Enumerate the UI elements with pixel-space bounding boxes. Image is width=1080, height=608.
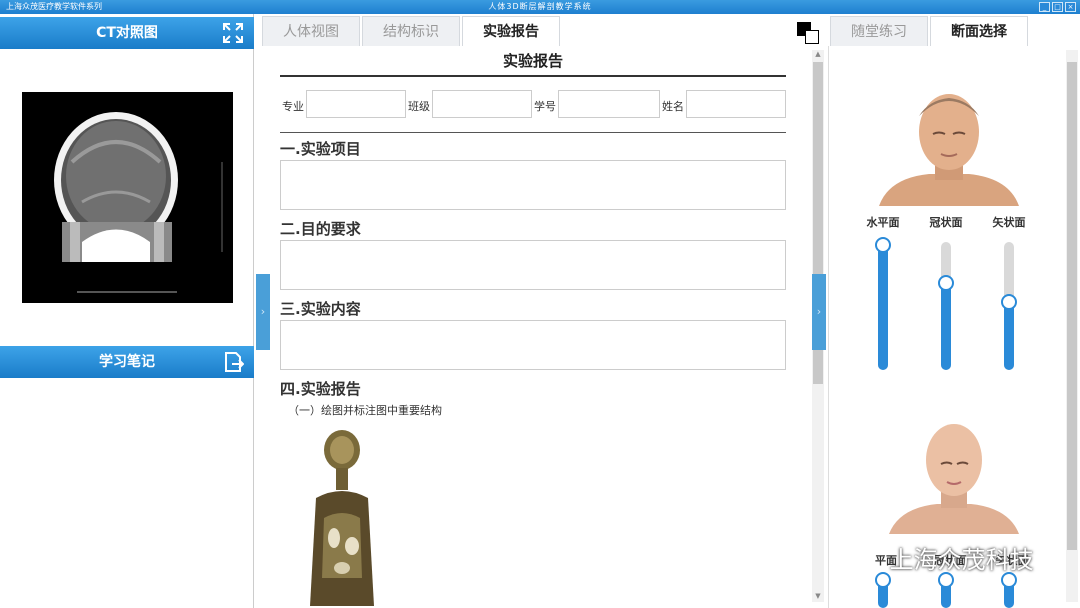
notes-area[interactable] [0, 378, 254, 608]
section-1-input[interactable] [280, 160, 786, 210]
coronal-plane-knob[interactable] [938, 274, 954, 291]
notes-panel-header: 学习笔记 [0, 346, 254, 378]
chat-bubble-icon [839, 548, 874, 573]
horizontal-plane-knob[interactable] [875, 236, 891, 253]
major-input[interactable] [306, 90, 406, 118]
ct-panel-header: CT对照图 [0, 17, 254, 49]
major-label: 专业 [282, 100, 304, 113]
collapse-left-handle[interactable]: › [256, 274, 270, 350]
head-model-male[interactable] [879, 86, 1019, 206]
collapse-right-handle[interactable]: › [812, 274, 826, 350]
name-input[interactable] [686, 90, 786, 118]
ct-panel-title: CT对照图 [96, 25, 158, 41]
section-2-heading: 二.目的要求 [280, 220, 361, 238]
student-id-input[interactable] [558, 90, 660, 118]
tab-class-exercise[interactable]: 随堂练习 [830, 16, 928, 46]
section-3-input[interactable] [280, 320, 786, 370]
horizontal-plane-label: 水平面 [866, 216, 900, 229]
ct-scan-image [22, 92, 233, 303]
class-input[interactable] [432, 90, 532, 118]
watermark: 上海众茂科技 [838, 540, 1058, 580]
section-3-heading: 三.实验内容 [280, 300, 361, 318]
section-4-subheading: （一）绘图并标注图中重要结构 [288, 404, 442, 417]
horizontal-plane-slider[interactable] [878, 242, 888, 370]
export-icon[interactable] [222, 351, 244, 373]
section-select-panel: 水平面 冠状面 矢状面 平面 冠状面 矢状面 [828, 46, 1080, 608]
section-4-heading: 四.实验报告 [280, 380, 361, 398]
maximize-button[interactable]: □ [1052, 2, 1063, 12]
scroll-down-icon[interactable]: ▼ [812, 592, 824, 602]
name-label: 姓名 [662, 100, 684, 113]
head-model-female[interactable] [889, 418, 1019, 534]
student-id-label: 学号 [534, 100, 556, 113]
anatomy-section-image [310, 430, 374, 606]
main-tabs: 人体视图 结构标识 实验报告 [262, 16, 562, 46]
report-title: 实验报告 [280, 50, 786, 77]
right-scroll-thumb[interactable] [1067, 62, 1077, 550]
app-title: 人体3D断层解剖教学系统 [488, 2, 592, 11]
sagittal-plane-knob[interactable] [1001, 294, 1017, 311]
section-2-input[interactable] [280, 240, 786, 290]
class-label: 班级 [408, 100, 430, 113]
expand-icon[interactable] [222, 22, 244, 44]
window-controls: _ □ × [1039, 2, 1076, 12]
window-titlebar: 上海众茂医疗教学软件系列 人体3D断层解剖教学系统 _ □ × [0, 0, 1080, 14]
coronal-plane-slider[interactable] [941, 242, 951, 370]
close-button[interactable]: × [1065, 2, 1076, 12]
tab-structure-labels[interactable]: 结构标识 [362, 16, 460, 46]
coronal-plane-label: 冠状面 [929, 216, 963, 229]
student-info-row: 专业 班级 学号 姓名 [280, 90, 786, 120]
tab-body-view[interactable]: 人体视图 [262, 16, 360, 46]
left-panel: CT对照图 学习笔记 [0, 14, 254, 608]
report-content: 实验报告 专业 班级 学号 姓名 一.实验项目 二.目的要求 三.实验内容 四.… [270, 46, 810, 606]
color-swap-icon[interactable] [797, 22, 821, 44]
right-tabs: 随堂练习 断面选择 [830, 16, 1030, 46]
minimize-button[interactable]: _ [1039, 2, 1050, 12]
watermark-text: 上海众茂科技 [889, 546, 1034, 574]
divider [280, 132, 786, 133]
right-scrollbar[interactable] [1066, 50, 1078, 602]
tab-section-select[interactable]: 断面选择 [930, 16, 1028, 46]
scroll-up-icon[interactable]: ▲ [812, 50, 824, 60]
section-1-heading: 一.实验项目 [280, 140, 361, 158]
tab-experiment-report[interactable]: 实验报告 [462, 16, 560, 46]
sagittal-plane-label: 矢状面 [992, 216, 1026, 229]
notes-panel-title: 学习笔记 [99, 354, 155, 370]
